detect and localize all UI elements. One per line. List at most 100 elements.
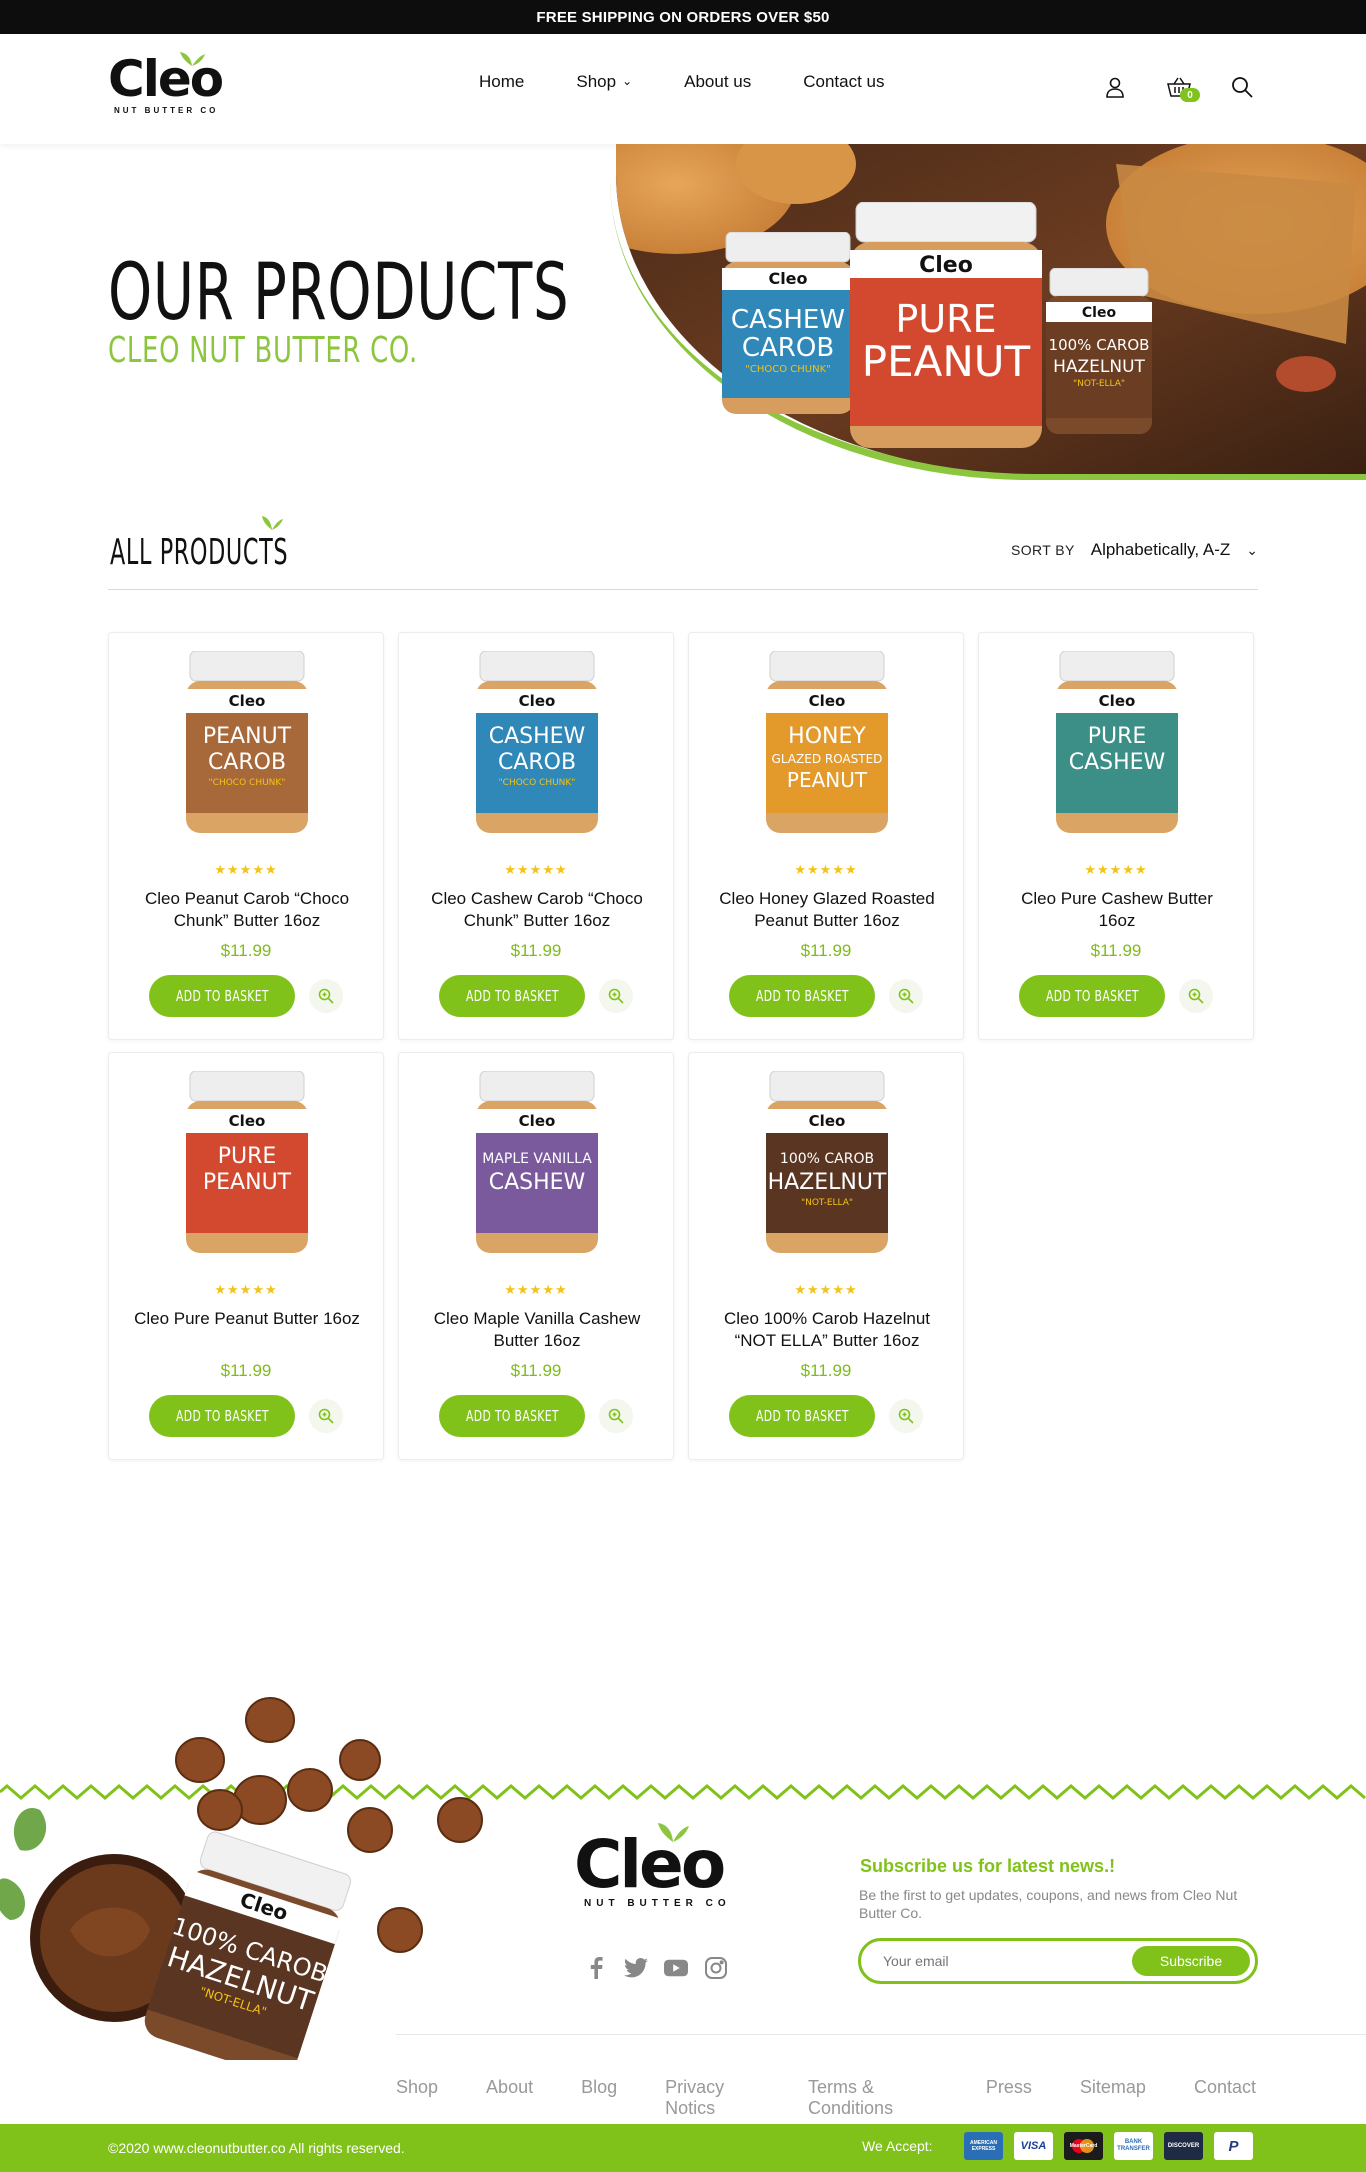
zoom-in-icon (608, 1408, 624, 1424)
product-card[interactable]: Cleo PEANUT CAROB "CHOCO CHUNK" ★★★★★ Cl… (108, 632, 384, 1040)
add-to-basket-label: ADD TO BASKET (175, 987, 269, 1005)
svg-text:Cleo: Cleo (809, 692, 846, 710)
footer-logo[interactable]: Cleo NUT BUTTER CO (574, 1823, 754, 1922)
add-to-basket-button[interactable]: ADD TO BASKET (729, 975, 875, 1017)
leaf-icon (180, 52, 205, 66)
svg-text:Cleo: Cleo (229, 1112, 266, 1130)
rating-stars: ★★★★★ (214, 862, 278, 877)
add-to-basket-button[interactable]: ADD TO BASKET (149, 975, 295, 1017)
product-name[interactable]: Cleo Maple Vanilla Cashew Butter 16oz (421, 1308, 653, 1352)
nav-contact[interactable]: Contact us (803, 72, 884, 92)
nav-shop-label: Shop (576, 72, 617, 91)
add-to-basket-button[interactable]: ADD TO BASKET (1019, 975, 1165, 1017)
product-name[interactable]: Cleo Peanut Carob “Choco Chunk” Butter 1… (131, 888, 363, 932)
product-price: $11.99 (220, 1361, 272, 1380)
youtube-icon[interactable] (664, 1956, 688, 1980)
nav-home[interactable]: Home (479, 72, 524, 92)
payment-label: We Accept: (862, 2138, 933, 2154)
product-name[interactable]: Cleo Pure Peanut Butter 16oz (131, 1308, 363, 1330)
svg-text:Cleo: Cleo (809, 1112, 846, 1130)
jar-label-sub: "CHOCO CHUNK" (499, 778, 576, 788)
product-price: $11.99 (800, 941, 852, 960)
add-to-basket-button[interactable]: ADD TO BASKET (729, 1395, 875, 1437)
footer-link-terms-conditions[interactable]: Terms & Conditions (808, 2077, 938, 2119)
product-card[interactable]: Cleo 100% CAROB HAZELNUT "NOT-ELLA" ★★★★… (688, 1052, 964, 1460)
sort-select[interactable]: Alphabetically, A-Z (1091, 540, 1231, 560)
product-card[interactable]: Cleo PURE PEANUT ★★★★★ Cleo Pure Peanut … (108, 1052, 384, 1460)
shipping-banner: FREE SHIPPING ON ORDERS OVER $50 (0, 0, 1366, 34)
product-card[interactable]: Cleo HONEY GLAZED ROASTED PEANUT ★★★★★ C… (688, 632, 964, 1040)
nav-shop[interactable]: Shop ⌄ (576, 72, 632, 92)
product-name[interactable]: Cleo Pure Cashew Butter 16oz (1001, 888, 1233, 932)
footer-link-sitemap[interactable]: Sitemap (1080, 2077, 1146, 2119)
add-to-basket-button[interactable]: ADD TO BASKET (149, 1395, 295, 1437)
jar-label-sub: "CHOCO CHUNK" (209, 778, 286, 788)
nav-about[interactable]: About us (684, 72, 751, 92)
facebook-icon[interactable] (584, 1956, 608, 1980)
chevron-down-icon: ⌄ (622, 74, 633, 88)
add-to-basket-button[interactable]: ADD TO BASKET (439, 1395, 585, 1437)
product-name[interactable]: Cleo Cashew Carob “Choco Chunk” Butter 1… (421, 888, 653, 932)
product-price: $11.99 (1090, 941, 1142, 960)
footer-link-blog[interactable]: Blog (581, 2077, 617, 2119)
hero-jar-pure-peanut: Cleo PURE PEANUT (850, 202, 1042, 448)
footer-link-press[interactable]: Press (986, 2077, 1032, 2119)
rating-stars: ★★★★★ (504, 1282, 568, 1297)
product-jar-image[interactable]: Cleo PURE CASHEW (1052, 651, 1182, 837)
quick-view-button[interactable] (599, 1399, 633, 1433)
add-to-basket-button[interactable]: ADD TO BASKET (439, 975, 585, 1017)
zoom-in-icon (898, 1408, 914, 1424)
page-title: OUR PRODUCTS (108, 248, 570, 338)
amex-icon: AMERICAN EXPRESS (964, 2132, 1003, 2160)
hero-banner: OUR PRODUCTS CLEO NUT BUTTER CO. Cleo CA… (0, 144, 1366, 504)
footer-link-contact[interactable]: Contact (1194, 2077, 1256, 2119)
jar-label-line2: PEANUT (203, 1170, 292, 1195)
svg-text:Cleo: Cleo (1082, 305, 1117, 321)
hero-jar-3-line2: HAZELNUT (1053, 357, 1145, 377)
instagram-icon[interactable] (704, 1956, 728, 1980)
zoom-in-icon (898, 988, 914, 1004)
jar-label-line2: CAROB (208, 750, 286, 775)
product-name[interactable]: Cleo 100% Carob Hazelnut “NOT ELLA” Butt… (711, 1308, 943, 1352)
email-field[interactable] (883, 1950, 1123, 1972)
jar-label-line1: CASHEW (489, 724, 586, 749)
footer-logo-tagline: NUT BUTTER CO (584, 1898, 731, 1909)
product-jar-image[interactable]: Cleo HONEY GLAZED ROASTED PEANUT (762, 651, 892, 837)
quick-view-button[interactable] (889, 979, 923, 1013)
product-card[interactable]: Cleo PURE CASHEW ★★★★★ Cleo Pure Cashew … (978, 632, 1254, 1040)
quick-view-button[interactable] (889, 1399, 923, 1433)
footer-link-shop[interactable]: Shop (396, 2077, 438, 2119)
subscribe-button[interactable]: Subscribe (1132, 1946, 1250, 1976)
product-jar-image[interactable]: Cleo PURE PEANUT (182, 1071, 312, 1257)
quick-view-button[interactable] (309, 979, 343, 1013)
jar-label-line1: HONEY (788, 724, 866, 749)
product-jar-image[interactable]: Cleo CASHEW CAROB "CHOCO CHUNK" (472, 651, 602, 837)
product-card[interactable]: Cleo MAPLE VANILLA CASHEW ★★★★★ Cleo Map… (398, 1052, 674, 1460)
cart-button[interactable]: 0 (1164, 72, 1200, 102)
product-name[interactable]: Cleo Honey Glazed Roasted Peanut Butter … (711, 888, 943, 932)
sort-control[interactable]: SORT BY Alphabetically, A-Z ⌄ (1011, 540, 1258, 560)
social-links (584, 1956, 728, 1980)
product-card[interactable]: Cleo CASHEW CAROB "CHOCO CHUNK" ★★★★★ Cl… (398, 632, 674, 1040)
quick-view-button[interactable] (1179, 979, 1213, 1013)
product-jar-image[interactable]: Cleo 100% CAROB HAZELNUT "NOT-ELLA" (762, 1071, 892, 1257)
product-jar-image[interactable]: Cleo MAPLE VANILLA CASHEW (472, 1071, 602, 1257)
product-price: $11.99 (510, 941, 562, 960)
zoom-in-icon (1188, 988, 1204, 1004)
product-jar-image[interactable]: Cleo PEANUT CAROB "CHOCO CHUNK" (182, 651, 312, 837)
rating-stars: ★★★★★ (214, 1282, 278, 1297)
quick-view-button[interactable] (309, 1399, 343, 1433)
footer-link-privacy-notics[interactable]: Privacy Notics (665, 2077, 760, 2119)
footer-link-about[interactable]: About (486, 2077, 533, 2119)
quick-view-button[interactable] (599, 979, 633, 1013)
product-price: $11.99 (800, 1361, 852, 1380)
twitter-icon[interactable] (624, 1956, 648, 1980)
hero-jar-cashew-carob: Cleo CASHEW CAROB "CHOCO CHUNK" (722, 232, 854, 414)
site-header: Cleo NUT BUTTER CO Home Shop ⌄ About us C… (0, 34, 1366, 144)
hero-jar-1-sub: "CHOCO CHUNK" (745, 364, 830, 375)
account-button[interactable] (1100, 72, 1130, 102)
search-button[interactable] (1227, 72, 1257, 102)
product-price: $11.99 (510, 1361, 562, 1380)
svg-text:Cleo: Cleo (229, 692, 266, 710)
site-logo[interactable]: Cleo NUT BUTTER CO (108, 52, 238, 118)
